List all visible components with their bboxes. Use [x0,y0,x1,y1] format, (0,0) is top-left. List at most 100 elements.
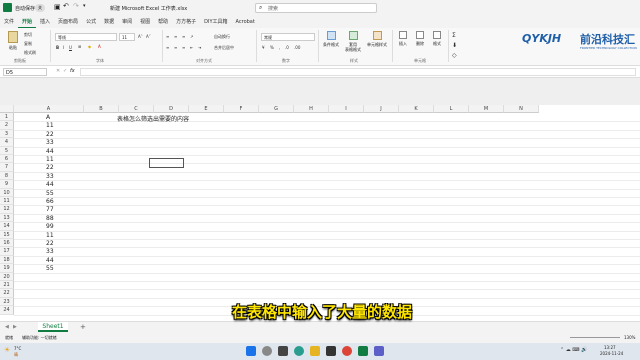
cell-a[interactable]: 44 [46,181,54,188]
row-header[interactable]: 10 [0,188,14,197]
row-header[interactable]: 3 [0,129,14,139]
column-header[interactable]: F [224,105,259,113]
menu-tab[interactable]: 公式 [82,16,100,28]
conditional-format-button[interactable]: 条件格式 [321,31,341,48]
cell-c1-text[interactable]: 表格怎么筛选出需要的内容 [117,114,189,123]
cell-a[interactable]: 88 [46,215,54,222]
column-header[interactable]: N [504,105,539,113]
cell-a[interactable]: 33 [46,173,54,180]
cell-style-button[interactable]: 单元格样式 [365,31,389,48]
increase-decimal-icon[interactable]: .0 [285,45,289,50]
cell-a[interactable]: 22 [46,240,54,247]
start-icon[interactable] [246,346,256,356]
search-box[interactable]: ⌕ 搜索 [255,3,377,13]
row-header[interactable]: 15 [0,230,14,239]
underline-icon[interactable]: U [69,45,72,50]
row-header[interactable]: 7 [0,163,14,172]
paste-button[interactable]: 粘贴 [6,31,20,55]
fill-icon[interactable]: ⬇ [452,42,457,49]
add-sheet-button[interactable]: + [80,323,86,331]
menu-tab[interactable]: 页面布局 [54,16,82,28]
row-header[interactable]: 24 [0,306,14,315]
format-painter-button[interactable]: 格式刷 [24,50,36,56]
cell-a[interactable]: 22 [46,131,54,138]
formula-input[interactable] [80,68,636,76]
column-header[interactable]: L [434,105,469,113]
row-header[interactable]: 9 [0,180,14,189]
clock-time[interactable]: 13:27 [604,345,616,350]
taskbar-search-icon[interactable] [262,346,272,356]
sheet-next-icon[interactable]: ▶ [13,324,17,330]
cell-a[interactable]: 11 [46,156,54,163]
row-header[interactable]: 22 [0,289,14,298]
column-header[interactable]: M [469,105,504,113]
column-header[interactable]: D [154,105,189,113]
formula-enter-icon[interactable]: ✓ [63,68,67,74]
file-explorer-icon[interactable] [310,346,320,356]
menu-tab[interactable]: DIY工具箱 [200,16,231,28]
bold-icon[interactable]: B [56,45,59,50]
excel-taskbar-icon[interactable] [358,346,368,356]
formula-cancel-icon[interactable]: ✕ [56,68,60,74]
insert-button[interactable]: 插入 [396,31,410,47]
row-header[interactable]: 2 [0,121,14,130]
font-color-icon[interactable]: A [98,44,101,49]
cell-a[interactable]: 11 [46,122,54,129]
comma-icon[interactable]: , [279,45,280,50]
row-header[interactable]: 18 [0,255,14,265]
row-header[interactable]: 6 [0,155,14,164]
align-middle-icon[interactable]: ≡ [174,34,177,39]
redo-icon[interactable]: ↷ [73,2,79,10]
orientation-icon[interactable]: ↗ [190,34,193,39]
cell-a[interactable]: 77 [46,206,54,213]
row-header[interactable]: 19 [0,264,14,273]
table-format-button[interactable]: 套用 表格格式 [343,31,363,52]
cell-a[interactable]: 55 [46,265,54,272]
decrease-decimal-icon[interactable]: .00 [294,45,300,50]
row-header[interactable]: 4 [0,138,14,147]
row-header[interactable]: 16 [0,239,14,248]
zoom-level[interactable]: 130% [624,335,635,340]
app-icon[interactable] [326,346,336,356]
cell-a[interactable]: 33 [46,139,54,146]
cell-a[interactable]: 22 [46,164,54,171]
column-header[interactable]: H [294,105,329,113]
app-icon-2[interactable] [374,346,384,356]
row-header[interactable]: 14 [0,222,14,231]
copy-button[interactable]: 复制 [24,41,32,47]
row-header[interactable]: 5 [0,146,14,155]
menu-tab[interactable]: 数据 [100,16,118,28]
chrome-icon[interactable] [342,346,352,356]
menu-tab[interactable]: 开始 [18,16,37,28]
number-format-select[interactable]: 常规 [261,33,315,41]
fill-color-icon[interactable]: ◆ [88,44,91,49]
column-header[interactable]: E [189,105,224,113]
borders-icon[interactable]: ⊞ [78,44,81,49]
autosum-icon[interactable]: Σ [452,32,456,39]
menu-tab[interactable]: 文件 [0,16,18,28]
menu-tab[interactable]: 方方格子 [172,16,200,28]
format-button[interactable]: 格式 [430,31,444,47]
delete-button[interactable]: 删除 [413,31,427,47]
qat-dropdown-icon[interactable]: ▾ [83,3,86,9]
name-box[interactable]: D5 [3,68,47,76]
edge-icon[interactable] [294,346,304,356]
autosave-toggle[interactable]: 关 [35,4,45,12]
task-view-icon[interactable] [278,346,288,356]
zoom-slider[interactable] [570,337,620,338]
menu-tab[interactable]: 审阅 [118,16,136,28]
percent-icon[interactable]: % [270,45,274,50]
outdent-icon[interactable]: ⇥ [198,45,201,50]
status-accessibility[interactable]: 辅助功能: 一切就绪 [22,335,57,341]
align-bottom-icon[interactable]: ≡ [182,34,185,39]
tray-icons[interactable]: ⌃ ☁ ⌨ 🔊 [560,347,587,353]
cell-a[interactable]: 99 [46,223,54,230]
column-header[interactable]: G [259,105,294,113]
menu-tab[interactable]: 插入 [36,16,54,28]
font-grow-icon[interactable]: A˄ [138,34,143,39]
cell-a[interactable]: 33 [46,248,54,255]
menu-tab[interactable]: 视图 [136,16,154,28]
align-top-icon[interactable]: ≡ [166,34,169,39]
align-right-icon[interactable]: ≡ [182,45,185,50]
cell-a[interactable]: 44 [46,148,54,155]
